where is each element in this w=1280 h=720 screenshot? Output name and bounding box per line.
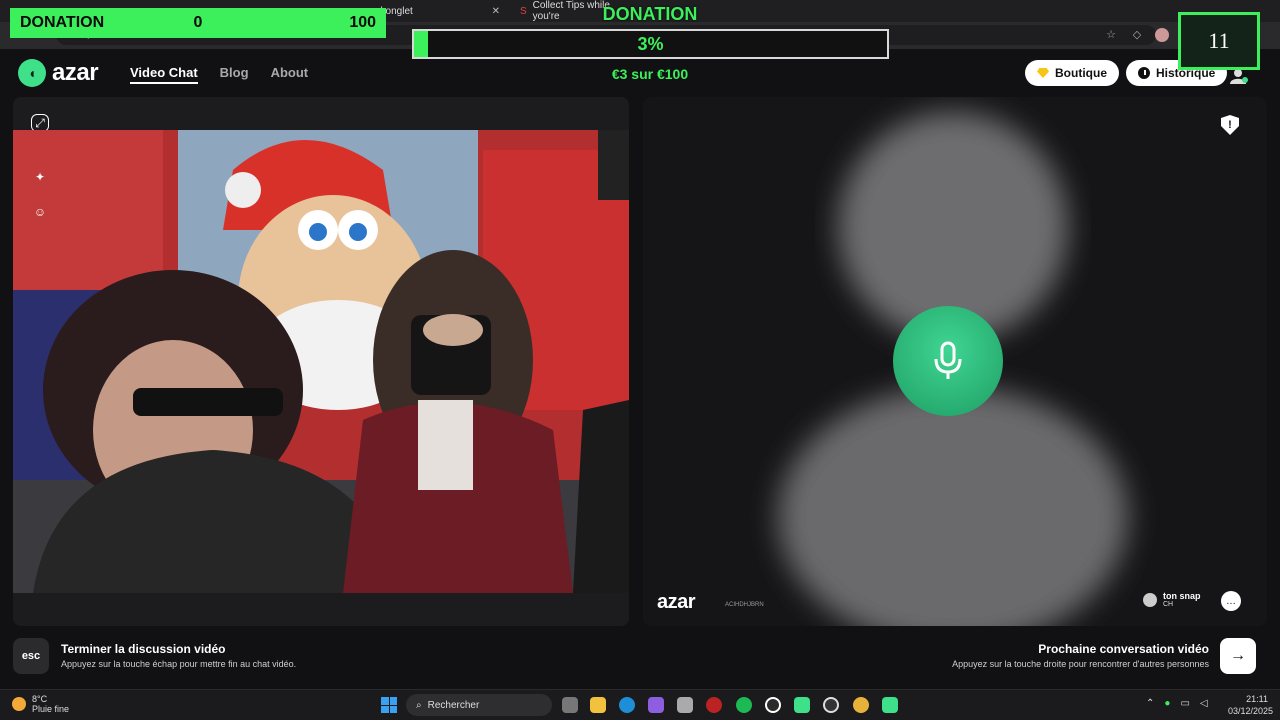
logo-text: azar xyxy=(52,59,99,86)
watermark-id: ACIHDHJBRN xyxy=(725,602,764,608)
end-chat-title: Terminer la discussion vidéo xyxy=(61,642,226,656)
peer-name: ton snap xyxy=(1163,591,1201,601)
system-tray: ⌃ ● ▭ ◁ xyxy=(1146,698,1208,709)
search-placeholder: Rechercher xyxy=(427,699,480,711)
peer-info[interactable]: ton snap CH xyxy=(1143,591,1201,608)
close-tab-icon[interactable]: ✕ xyxy=(492,6,500,17)
donation-amount: €3 sur €100 xyxy=(611,66,689,82)
copilot-icon[interactable] xyxy=(648,697,664,713)
viewer-counter: 11 xyxy=(1178,12,1260,70)
effects-sparkle-icon[interactable]: ✦ xyxy=(29,166,51,188)
clock[interactable]: 21:11 03/12/2025 xyxy=(1228,693,1274,717)
azar-app-icon[interactable] xyxy=(794,697,810,713)
gem-icon xyxy=(1037,68,1049,78)
tab-title: Collect Tips while you're xyxy=(532,0,610,22)
taskbar-search[interactable]: ⌕ Rechercher xyxy=(406,694,552,716)
volume-icon[interactable]: ◁ xyxy=(1200,698,1208,709)
user-menu-icon[interactable] xyxy=(1229,68,1249,84)
microphone-icon xyxy=(934,341,962,379)
boutique-button[interactable]: Boutique xyxy=(1025,60,1119,86)
app-green-icon[interactable] xyxy=(882,697,898,713)
tab-favicon-icon: S xyxy=(520,5,527,17)
microphone-button[interactable] xyxy=(893,306,1003,416)
azar-logo[interactable]: ◖ azar xyxy=(18,59,99,87)
next-chat-title: Prochaine conversation vidéo xyxy=(1038,642,1209,656)
tray-expand-icon[interactable]: ⌃ xyxy=(1146,698,1154,709)
weather-desc: Pluie fine xyxy=(32,704,70,714)
temperature: 8°C xyxy=(32,694,48,704)
progress-percent: 3% xyxy=(637,33,664,54)
xbox-icon[interactable] xyxy=(765,697,781,713)
azar-logo-icon: ◖ xyxy=(18,59,46,87)
mic-tray-icon[interactable]: ● xyxy=(1164,698,1170,709)
azar-watermark: azar xyxy=(657,591,696,613)
boutique-label: Boutique xyxy=(1055,66,1107,80)
face-filter-icon[interactable]: ☺ xyxy=(29,201,51,223)
task-view-icon[interactable] xyxy=(562,697,578,713)
nav-blog[interactable]: Blog xyxy=(220,65,249,84)
end-chat-hint: Appuyez sur la touche échap pour mettre … xyxy=(61,659,297,669)
edge-icon[interactable] xyxy=(619,697,635,713)
file-explorer-icon[interactable] xyxy=(590,697,606,713)
partner-video-panel: ! azar ACIHDHJBRN ton snap CH … xyxy=(643,97,1267,626)
chrome-icon[interactable] xyxy=(853,697,869,713)
donation-label: DONATION xyxy=(20,14,105,31)
time: 21:11 xyxy=(1246,694,1268,704)
windows-taskbar: 8°C Pluie fine ⌕ Rechercher ⌃ ● ▭ ◁ 21:1… xyxy=(0,689,1280,720)
app-red-icon[interactable] xyxy=(706,697,722,713)
profile-avatar[interactable] xyxy=(1155,28,1169,42)
network-icon[interactable]: ▭ xyxy=(1180,698,1189,709)
nav-about[interactable]: About xyxy=(271,65,309,84)
camera-image xyxy=(13,130,629,593)
esc-key-button[interactable]: esc xyxy=(13,638,49,674)
peer-avatar-icon xyxy=(1143,592,1157,607)
my-video-panel: ⤢ ✦ ☺ xyxy=(13,97,629,626)
my-camera-feed xyxy=(13,130,629,593)
chat-bubble-icon[interactable]: … xyxy=(1221,591,1241,611)
weather-icon xyxy=(12,697,26,711)
app-c-icon[interactable] xyxy=(823,697,839,713)
clock-icon xyxy=(1138,67,1150,79)
donation-title: DONATION xyxy=(602,4,698,24)
store-icon[interactable] xyxy=(677,697,693,713)
donation-progress-bar: 3% xyxy=(412,29,889,59)
donation-box: DONATION 0 100 xyxy=(10,8,386,38)
start-windows-icon[interactable] xyxy=(381,697,397,713)
weather-widget[interactable]: 8°C Pluie fine xyxy=(12,694,69,714)
main-nav: Video Chat Blog About xyxy=(130,65,308,84)
next-chat-hint: Appuyez sur la touche droite pour rencon… xyxy=(952,659,1209,669)
search-icon: ⌕ xyxy=(416,699,422,711)
spotify-icon[interactable] xyxy=(736,697,752,713)
date: 03/12/2025 xyxy=(1228,706,1274,716)
donation-min: 0 xyxy=(193,14,203,31)
peer-country: CH xyxy=(1163,601,1174,608)
star-icon[interactable]: ☆ xyxy=(1104,28,1118,42)
donation-max: 100 xyxy=(349,14,377,31)
nav-video-chat[interactable]: Video Chat xyxy=(130,65,198,84)
azar-page: ◖ azar Video Chat Blog About Boutique Hi… xyxy=(0,49,1280,689)
next-arrow-button[interactable]: → xyxy=(1220,638,1256,674)
extensions-icon[interactable]: ◇ xyxy=(1130,28,1144,42)
